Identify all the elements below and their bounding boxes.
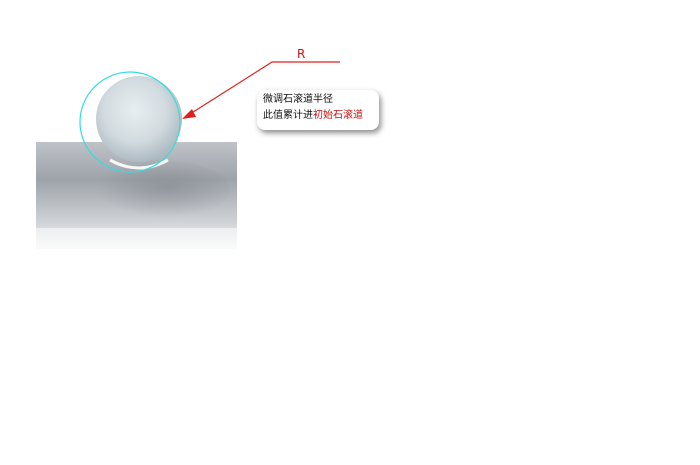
roller-ball [96, 76, 182, 162]
arrow-head-icon [182, 109, 196, 119]
radius-label: R [297, 47, 306, 61]
surface-fade [36, 228, 237, 249]
callout-line-2-prefix: 此值累计进 [263, 110, 313, 121]
callout-line-2: 此值累计进初始石滚道 [263, 108, 373, 124]
callout-line-1: 微调石滚道半径 [263, 94, 333, 105]
callout-line-2-highlight: 初始石滚道 [313, 110, 363, 121]
diagram-canvas [36, 61, 340, 249]
annotation-callout: 微调石滚道半径 此值累计进初始石滚道 [257, 90, 379, 130]
surface-shadow [90, 160, 230, 220]
